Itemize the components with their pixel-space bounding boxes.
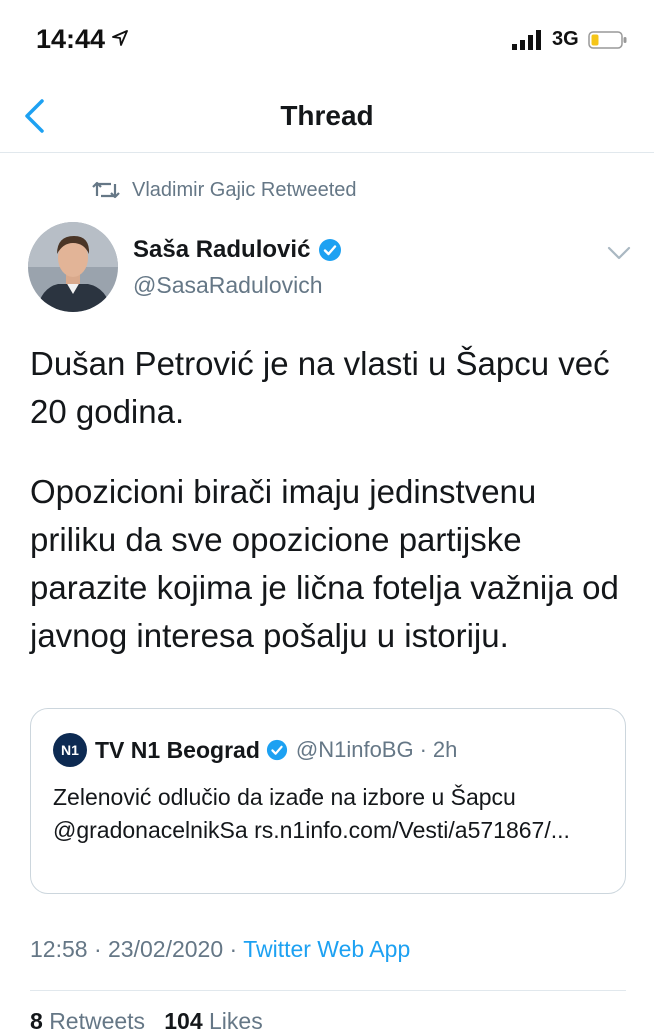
retweeted-by-label[interactable]: Vladimir Gajic Retweeted: [132, 179, 357, 202]
quoted-timestamp: 2h: [432, 737, 458, 762]
author-handle[interactable]: @SasaRadulovich: [133, 272, 323, 299]
quoted-author-handle: @N1infoBG: [295, 737, 414, 762]
retweets-label: Retweets: [49, 1008, 146, 1034]
separator: ·: [419, 737, 427, 762]
quoted-tweet-card[interactable]: N1 TV N1 Beograd @N1infoBG · 2h Zelenovi…: [30, 708, 626, 894]
status-time: 14:44: [36, 24, 106, 54]
separator: ·: [93, 936, 102, 962]
location-arrow-icon: [112, 30, 128, 46]
verified-icon: [266, 739, 287, 761]
page-title: Thread: [280, 100, 374, 131]
likes-label: Likes: [209, 1008, 263, 1034]
network-type: 3G: [552, 28, 579, 50]
quoted-author-name: TV N1 Beograd: [95, 736, 260, 763]
retweets-stat[interactable]: 8 Retweets: [30, 1008, 145, 1034]
source-app-link[interactable]: Twitter Web App: [243, 936, 410, 962]
nav-bar: Thread: [0, 80, 654, 153]
status-bar: 14:44 3G: [0, 0, 654, 80]
likes-count: 104: [164, 1008, 203, 1034]
signal-icon: [512, 30, 541, 50]
likes-stat[interactable]: 104 Likes: [164, 1008, 262, 1034]
quoted-avatar: N1: [53, 733, 87, 767]
tweet-time: 12:58: [30, 936, 88, 962]
quoted-tweet-header: N1 TV N1 Beograd @N1infoBG · 2h: [53, 733, 457, 767]
tweet-text-paragraph: Dušan Petrović je na vlasti u Šapcu već …: [30, 345, 610, 430]
tweet-date: 23/02/2020: [108, 936, 224, 962]
chevron-down-icon[interactable]: [606, 244, 632, 262]
author-name[interactable]: Saša Radulović: [133, 236, 310, 264]
retweets-count: 8: [30, 1008, 43, 1034]
tweet-meta: 12:58 · 23/02/2020 · Twitter Web App: [30, 936, 410, 963]
retweet-header: Vladimir Gajic Retweeted: [92, 176, 357, 204]
quoted-tweet-text: Zelenović odlučio da izađe na izbore u Š…: [53, 784, 570, 843]
separator: ·: [229, 936, 238, 962]
verified-icon: [319, 239, 342, 261]
tweet-text-paragraph: Opozicioni birači imaju jedinstvenu pril…: [30, 473, 619, 654]
battery-icon: [588, 31, 627, 49]
divider: [30, 990, 626, 991]
avatar[interactable]: [28, 222, 118, 312]
retweet-icon: [92, 181, 120, 199]
tweet-stats: 8 Retweets 104 Likes: [30, 1008, 263, 1035]
author-name-row[interactable]: Saša Radulović: [133, 236, 342, 264]
